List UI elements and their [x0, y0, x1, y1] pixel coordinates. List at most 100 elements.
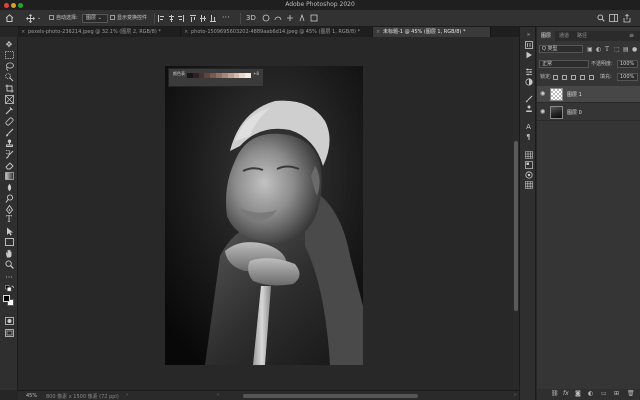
opacity-field[interactable]: 100% [617, 60, 638, 68]
mask-icon[interactable]: ◙ [575, 390, 581, 397]
align-middle-icon[interactable] [200, 15, 206, 22]
portrait-photo[interactable] [165, 66, 363, 365]
healing-brush-tool-icon[interactable] [3, 117, 15, 126]
lock-position-icon[interactable] [571, 75, 576, 80]
swatches-panel-icon[interactable] [524, 151, 533, 159]
zoom-tool-icon[interactable] [3, 260, 15, 269]
character-panel-icon[interactable]: A [524, 123, 533, 131]
type-tool-icon[interactable]: T [3, 216, 15, 225]
visibility-eye-icon[interactable]: ◉ [540, 108, 545, 115]
group-icon[interactable]: ▭ [601, 390, 607, 397]
quick-selection-tool-icon[interactable] [3, 73, 15, 82]
share-icon[interactable] [623, 13, 631, 25]
auto-select-checkbox[interactable]: 自动选择: [49, 14, 78, 22]
blend-mode-dropdown[interactable]: 正常 [539, 60, 589, 68]
scroll-right-arrow[interactable]: › [514, 392, 516, 398]
layer-row[interactable]: ◉ 图层 0 [537, 104, 640, 121]
tab-document-2[interactable]: × photo-1509695603202-4889aab6d14.jpeg @ … [181, 27, 373, 37]
tab-channels[interactable]: 通道 [559, 31, 569, 41]
workspace-icon[interactable] [609, 14, 618, 24]
gradients-panel-icon[interactable] [524, 161, 533, 169]
gradient-tool-icon[interactable] [3, 172, 15, 181]
horizontal-scrollbar[interactable] [243, 394, 418, 398]
filter-shape-icon[interactable]: ⬚ [614, 46, 620, 53]
trash-icon[interactable]: 🗑 [627, 390, 635, 397]
visibility-eye-icon[interactable]: ◉ [540, 90, 545, 97]
fx-icon[interactable]: fx [563, 390, 569, 397]
dodge-tool-icon[interactable] [3, 194, 15, 203]
paragraph-panel-icon[interactable]: ¶ [524, 133, 533, 141]
lasso-tool-icon[interactable] [3, 62, 15, 71]
align-center-icon[interactable] [168, 15, 174, 22]
clone-stamp-tool-icon[interactable] [3, 139, 15, 148]
close-tab-icon[interactable]: × [21, 27, 25, 37]
pen-tool-icon[interactable] [3, 204, 15, 215]
grid-panel-icon[interactable] [524, 181, 533, 189]
layer-name[interactable]: 图层 0 [567, 109, 582, 116]
history-panel-icon[interactable] [524, 41, 533, 49]
collapse-panels-icon[interactable]: » [524, 31, 533, 39]
pan-3d-icon[interactable] [286, 14, 294, 24]
patterns-panel-icon[interactable] [524, 171, 533, 179]
more-options-icon[interactable]: ··· [222, 14, 230, 22]
align-bottom-icon[interactable] [210, 15, 216, 22]
path-selection-tool-icon[interactable] [3, 227, 15, 236]
layer-name[interactable]: 图层 1 [567, 91, 582, 98]
lock-artboard-icon[interactable] [580, 75, 585, 80]
close-tab-icon[interactable]: × [184, 27, 188, 37]
hand-tool-icon[interactable] [3, 249, 15, 258]
filter-pixel-icon[interactable]: ▣ [587, 46, 593, 53]
layer-row[interactable]: ◉ 图层 1 [537, 86, 640, 103]
blur-tool-icon[interactable] [3, 183, 15, 192]
actions-panel-icon[interactable] [524, 51, 533, 59]
filter-smart-object-icon[interactable]: ▤ [623, 46, 629, 53]
tab-document-1[interactable]: × pexels-photo-236214.jpeg @ 32.1% (图层 2,… [18, 27, 181, 37]
filter-toggle-icon[interactable]: ● [632, 46, 637, 53]
adjustments-panel-icon[interactable] [524, 78, 533, 86]
lock-transparent-icon[interactable] [553, 75, 558, 80]
crop-tool-icon[interactable] [3, 84, 15, 93]
scroll-thumb[interactable] [514, 141, 518, 311]
lock-all-icon[interactable] [589, 75, 594, 80]
screen-mode-icon[interactable] [3, 329, 15, 338]
eraser-tool-icon[interactable] [3, 161, 15, 170]
tab-document-3[interactable]: × 未标题-1 @ 45% (图层 1, RGB/8) * [373, 27, 491, 37]
history-brush-tool-icon[interactable] [3, 149, 15, 159]
filter-adjustment-icon[interactable]: ◐ [596, 46, 601, 53]
align-left-icon[interactable] [158, 15, 164, 22]
auto-select-dropdown[interactable]: 图层 ⌄ [82, 14, 108, 23]
scroll-left-arrow[interactable]: ‹ [217, 392, 219, 398]
default-colors-icon[interactable] [3, 285, 15, 294]
move-tool-icon[interactable]: ✥ [3, 40, 15, 49]
fill-field[interactable]: 100% [617, 73, 638, 81]
foreground-color-swatch[interactable] [3, 295, 10, 302]
orbit-3d-icon[interactable] [262, 14, 270, 24]
show-transform-checkbox[interactable]: 显示变换控件 [110, 14, 147, 22]
tab-layers[interactable]: 图层 [537, 31, 556, 41]
align-right-icon[interactable] [178, 15, 184, 22]
properties-panel-icon[interactable] [524, 68, 533, 76]
align-top-icon[interactable] [190, 15, 196, 22]
clone-source-icon[interactable] [524, 105, 533, 113]
chevron-down-icon[interactable]: ⌄ [37, 14, 41, 22]
frame-tool-icon[interactable] [3, 95, 15, 104]
scale-3d-icon[interactable] [310, 14, 318, 24]
panel-menu-icon[interactable]: ≡ [629, 31, 634, 41]
color-table-panel[interactable]: 颜色表 +8 [168, 68, 264, 87]
tab-paths[interactable]: 路径 [577, 31, 587, 41]
move-tool-icon[interactable] [26, 14, 35, 25]
quick-mask-icon[interactable] [3, 317, 15, 326]
status-menu-arrow[interactable]: › [126, 392, 128, 398]
lock-image-icon[interactable] [562, 75, 567, 80]
link-icon[interactable]: ⛓ [551, 390, 559, 397]
marquee-tool-icon[interactable] [3, 51, 15, 60]
brush-tool-icon[interactable] [3, 128, 15, 137]
filter-type-icon[interactable]: T [605, 46, 609, 53]
color-swatch[interactable] [245, 73, 251, 78]
brush-settings-icon[interactable] [524, 95, 533, 103]
eyedropper-tool-icon[interactable] [3, 106, 15, 115]
home-icon[interactable] [5, 14, 14, 24]
search-icon[interactable] [597, 14, 605, 24]
roll-3d-icon[interactable] [274, 14, 282, 24]
more-tools-icon[interactable]: ··· [3, 273, 15, 282]
